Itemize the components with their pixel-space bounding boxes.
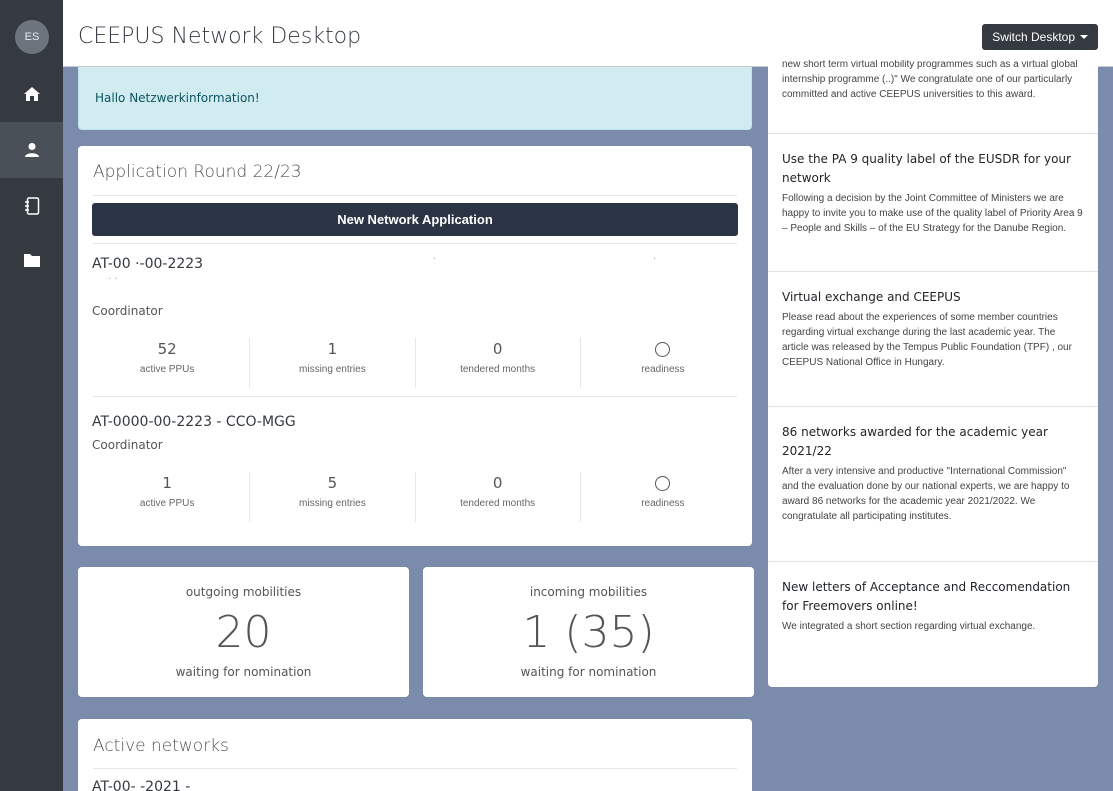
switch-desktop-button[interactable]: Switch Desktop <box>982 24 1098 50</box>
active-networks-card: Active networks AT-00- -2021 - <box>78 719 752 791</box>
readiness-circle-icon <box>655 341 671 357</box>
stat-value: 0 <box>492 474 503 492</box>
news-text: After a very intensive and productive "I… <box>782 466 1070 522</box>
stat-value: 1 <box>162 474 172 492</box>
news-title[interactable]: New letters of Acceptance and Reccomenda… <box>782 578 1084 616</box>
stat-label: active PPUs <box>139 364 195 375</box>
stat-label: missing entries <box>299 364 366 375</box>
notebook-icon <box>24 197 39 215</box>
avatar[interactable]: ES <box>15 20 49 54</box>
user-icon <box>24 143 39 157</box>
stat-active-ppus: 52 active PPUs <box>85 338 251 388</box>
active-networks-title: Active networks <box>93 736 229 756</box>
news-item[interactable]: New letters of Acceptance and Reccomenda… <box>768 562 1098 687</box>
readiness-circle-icon <box>655 475 671 491</box>
stat-label: readiness <box>641 364 685 375</box>
divider <box>93 195 737 196</box>
network-role: Coordinator <box>92 304 163 318</box>
stat-active-ppus: 1 active PPUs <box>85 472 251 522</box>
stat-value: 1 <box>327 340 338 358</box>
network-id[interactable]: AT-00- -2021 - <box>92 779 190 791</box>
divider <box>93 396 737 397</box>
top-bar: CEEPUS Network Desktop Switch Desktop <box>63 0 1113 67</box>
stat-missing-entries: 5 missing entries <box>250 472 416 522</box>
news-text: Please read about the experiences of som… <box>782 312 1072 368</box>
info-alert: Hallo Netzwerkinformation! <box>78 67 752 130</box>
stat-readiness: readiness <box>581 472 745 522</box>
incoming-mobilities-card[interactable]: incoming mobilities 1 (35) waiting for n… <box>423 567 754 697</box>
news-item[interactable]: new short term virtual mobility programm… <box>768 60 1098 134</box>
switch-desktop-label: Switch Desktop <box>992 30 1075 44</box>
incoming-mobilities-count: 1 (35) <box>522 607 655 658</box>
redacted-text: · <box>653 254 657 265</box>
news-text: Following a decision by the Joint Commit… <box>782 193 1083 234</box>
stat-label: missing entries <box>299 498 366 509</box>
caret-down-icon <box>1080 35 1088 39</box>
stat-readiness: readiness <box>581 338 745 388</box>
news-title[interactable]: 86 networks awarded for the academic yea… <box>782 423 1084 461</box>
divider <box>93 768 737 769</box>
stat-tendered-months: 0 tendered months <box>416 338 581 388</box>
stat-value: 52 <box>157 340 177 358</box>
stat-label: active PPUs <box>139 498 195 509</box>
application-round-title: Application Round 22/23 <box>93 162 302 182</box>
sidebar-item-home[interactable] <box>0 66 63 122</box>
page-title: CEEPUS Network Desktop <box>78 24 362 49</box>
divider <box>93 243 737 244</box>
news-title[interactable]: Use the PA 9 quality label of the EUSDR … <box>782 150 1084 188</box>
stat-label: readiness <box>641 498 685 509</box>
stat-value: 5 <box>327 474 338 492</box>
sidebar-item-profile[interactable] <box>0 122 63 178</box>
network-stats: 52 active PPUs 1 missing entries 0 tende… <box>85 338 745 388</box>
stat-label: tendered months <box>460 498 536 509</box>
stat-tendered-months: 0 tendered months <box>416 472 581 522</box>
network-stats: 1 active PPUs 5 missing entries 0 tender… <box>85 472 745 522</box>
news-text: new short term virtual mobility programm… <box>782 60 1078 100</box>
redacted-text: · <box>433 254 437 265</box>
news-item[interactable]: Virtual exchange and CEEPUS Please read … <box>768 272 1098 407</box>
sidebar-item-notebook[interactable] <box>0 178 63 234</box>
folder-icon <box>23 254 40 267</box>
network-role: Coordinator <box>92 438 163 452</box>
network-id[interactable]: AT-0000-00-2223 - CCO-MGG <box>92 414 296 430</box>
sidebar-item-folder[interactable] <box>0 232 63 288</box>
stat-label: tendered months <box>460 364 536 375</box>
home-icon <box>23 87 40 101</box>
sidebar: ES <box>0 0 63 791</box>
news-panel: new short term virtual mobility programm… <box>768 60 1098 687</box>
news-title[interactable]: Virtual exchange and CEEPUS <box>782 288 1084 307</box>
redacted-text: · · <box>108 274 118 285</box>
news-text: We integrated a short section regarding … <box>782 621 1036 632</box>
application-round-card: Application Round 22/23 New Network Appl… <box>78 146 752 546</box>
new-network-application-button[interactable]: New Network Application <box>92 203 738 236</box>
stat-value: 0 <box>492 340 503 358</box>
news-item[interactable]: 86 networks awarded for the academic yea… <box>768 407 1098 562</box>
news-item[interactable]: Use the PA 9 quality label of the EUSDR … <box>768 134 1098 272</box>
outgoing-mobilities-label: outgoing mobilities <box>185 585 302 599</box>
outgoing-mobilities-sub: waiting for nomination <box>175 665 312 679</box>
alert-text: Hallo Netzwerkinformation! <box>95 91 260 105</box>
outgoing-mobilities-count: 20 <box>215 607 272 658</box>
outgoing-mobilities-card[interactable]: outgoing mobilities 20 waiting for nomin… <box>78 567 409 697</box>
stat-missing-entries: 1 missing entries <box>250 338 416 388</box>
incoming-mobilities-sub: waiting for nomination <box>520 665 657 679</box>
network-id[interactable]: AT-00 ·-00-2223 <box>92 256 203 272</box>
incoming-mobilities-label: incoming mobilities <box>529 585 648 599</box>
